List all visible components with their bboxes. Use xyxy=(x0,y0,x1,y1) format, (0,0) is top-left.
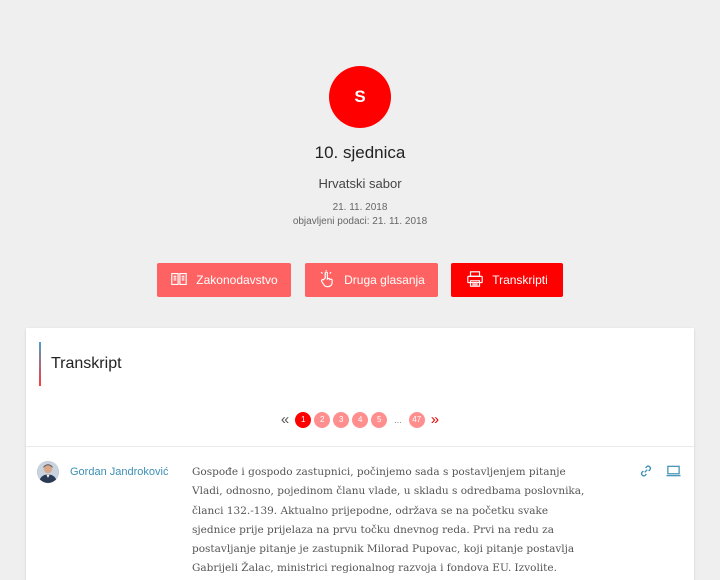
pagination-next[interactable]: » xyxy=(428,412,442,428)
title-accent-bar xyxy=(39,342,41,386)
page-1[interactable]: 1 xyxy=(295,412,312,428)
page-3[interactable]: 3 xyxy=(333,412,350,428)
speaker-name[interactable]: Gordan Jandroković xyxy=(70,466,168,478)
zakonodavstvo-button[interactable]: Zakonodavstvo xyxy=(157,263,291,297)
divider xyxy=(26,446,694,447)
screen-icon[interactable] xyxy=(666,464,681,478)
page-2[interactable]: 2 xyxy=(314,412,331,428)
transkripti-label: Transkripti xyxy=(492,273,548,287)
speech-text: Gospođe i gospodo zastupnici, počinjemo … xyxy=(192,466,585,575)
session-logo: S xyxy=(329,66,391,128)
published-date: objavljeni podaci: 21. 11. 2018 xyxy=(292,216,428,227)
hand-pointer-icon xyxy=(318,269,336,291)
link-icon[interactable] xyxy=(639,464,653,478)
transcript-title: Transkript xyxy=(51,355,122,372)
pagination: « 1 2 3 4 5 ... 47 » xyxy=(26,412,694,428)
pagination-prev[interactable]: « xyxy=(278,412,292,428)
page-5[interactable]: 5 xyxy=(371,412,388,428)
zakonodavstvo-label: Zakonodavstvo xyxy=(196,273,278,287)
transkripti-button[interactable]: Transkripti xyxy=(451,263,563,297)
printer-icon xyxy=(466,270,484,291)
transcript-card: Transkript « 1 2 3 4 5 ... 47 » Gordan J… xyxy=(26,328,694,580)
druga-glasanja-button[interactable]: Druga glasanja xyxy=(305,263,438,297)
session-title: 10. sjednica xyxy=(314,143,406,162)
page-4[interactable]: 4 xyxy=(352,412,369,428)
session-body: Hrvatski sabor xyxy=(318,176,402,191)
book-icon xyxy=(170,270,188,291)
avatar[interactable] xyxy=(37,461,59,483)
page-last[interactable]: 47 xyxy=(408,412,425,428)
pagination-ellipsis: ... xyxy=(394,415,402,425)
session-date: 21. 11. 2018 xyxy=(332,202,388,213)
druga-glasanja-label: Druga glasanja xyxy=(344,273,425,287)
